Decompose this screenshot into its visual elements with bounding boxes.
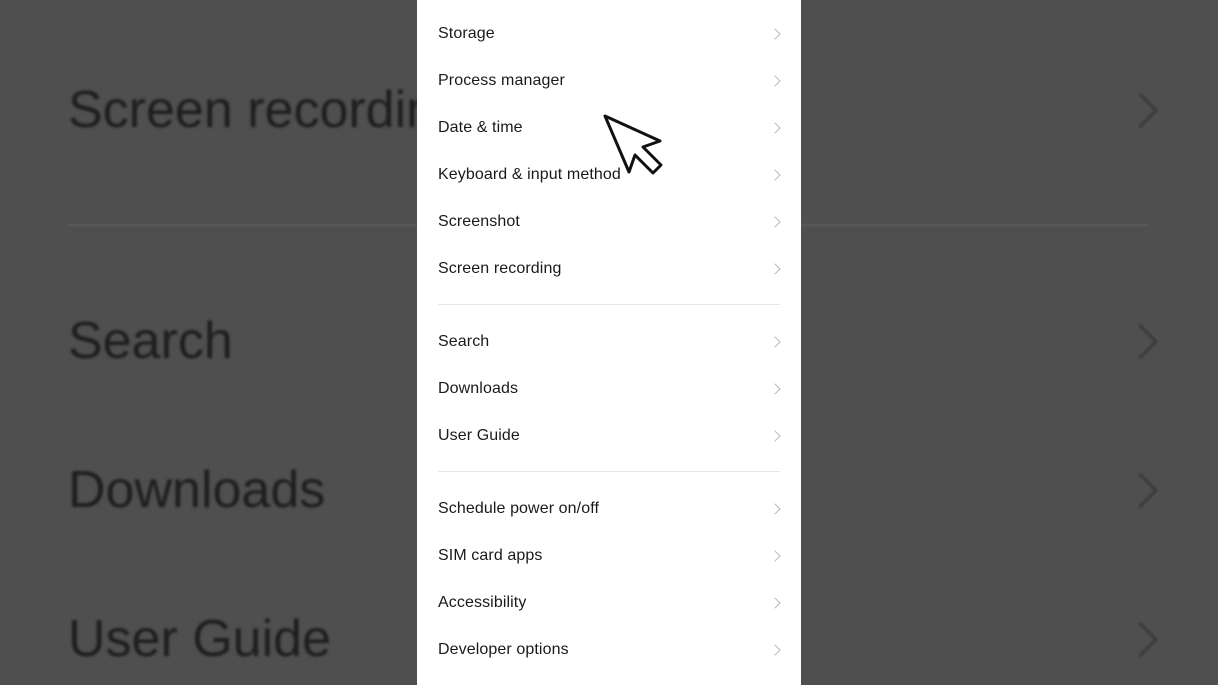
settings-item-label: Downloads: [438, 379, 519, 397]
chevron-right-icon: [769, 429, 781, 442]
settings-item-label: Process manager: [438, 71, 565, 89]
section-divider: [438, 471, 780, 472]
chevron-right-icon: [769, 215, 781, 228]
section-divider: [438, 304, 780, 305]
backdrop-label: Screen recording: [68, 81, 464, 139]
settings-item-search[interactable]: Search: [417, 318, 801, 365]
chevron-right-icon: [769, 643, 781, 656]
settings-item-label: Keyboard & input method: [438, 165, 621, 183]
settings-item-label: Schedule power on/off: [438, 499, 600, 517]
chevron-right-icon: [769, 262, 781, 275]
settings-item-screenshot[interactable]: Screenshot: [417, 198, 801, 245]
settings-item-label: Developer options: [438, 640, 569, 658]
settings-item-schedule-power[interactable]: Schedule power on/off: [417, 485, 801, 532]
settings-panel: Storage Process manager Date & time Keyb…: [417, 0, 801, 685]
settings-item-sim-card-apps[interactable]: SIM card apps: [417, 532, 801, 579]
settings-item-label: Date & time: [438, 118, 523, 136]
chevron-right-icon: [769, 549, 781, 562]
settings-item-label: User Guide: [438, 426, 520, 444]
settings-item-accessibility[interactable]: Accessibility: [417, 579, 801, 626]
chevron-right-icon: [769, 168, 781, 181]
settings-item-label: Search: [438, 332, 490, 350]
chevron-right-icon: [1122, 323, 1159, 360]
settings-item-label: Screenshot: [438, 212, 520, 230]
settings-item-process-manager[interactable]: Process manager: [417, 57, 801, 104]
chevron-right-icon: [769, 74, 781, 87]
settings-item-label: Accessibility: [438, 593, 527, 611]
chevron-right-icon: [1122, 472, 1159, 509]
chevron-right-icon: [1122, 92, 1159, 129]
chevron-right-icon: [769, 121, 781, 134]
settings-item-storage[interactable]: Storage: [417, 10, 801, 57]
settings-item-screen-recording[interactable]: Screen recording: [417, 245, 801, 292]
settings-item-label: SIM card apps: [438, 546, 543, 564]
settings-item-user-guide[interactable]: User Guide: [417, 412, 801, 459]
settings-item-developer-options[interactable]: Developer options: [417, 626, 801, 673]
chevron-right-icon: [769, 335, 781, 348]
backdrop-label: User Guide: [68, 610, 331, 668]
chevron-right-icon: [1122, 621, 1159, 658]
settings-item-label: Screen recording: [438, 259, 562, 277]
chevron-right-icon: [769, 382, 781, 395]
chevron-right-icon: [769, 596, 781, 609]
backdrop-label: Downloads: [68, 461, 326, 519]
settings-item-downloads[interactable]: Downloads: [417, 365, 801, 412]
backdrop-label: Search: [68, 312, 233, 370]
settings-item-label: Storage: [438, 24, 495, 42]
mouse-pointer-icon: [603, 114, 663, 175]
chevron-right-icon: [769, 502, 781, 515]
chevron-right-icon: [769, 27, 781, 40]
